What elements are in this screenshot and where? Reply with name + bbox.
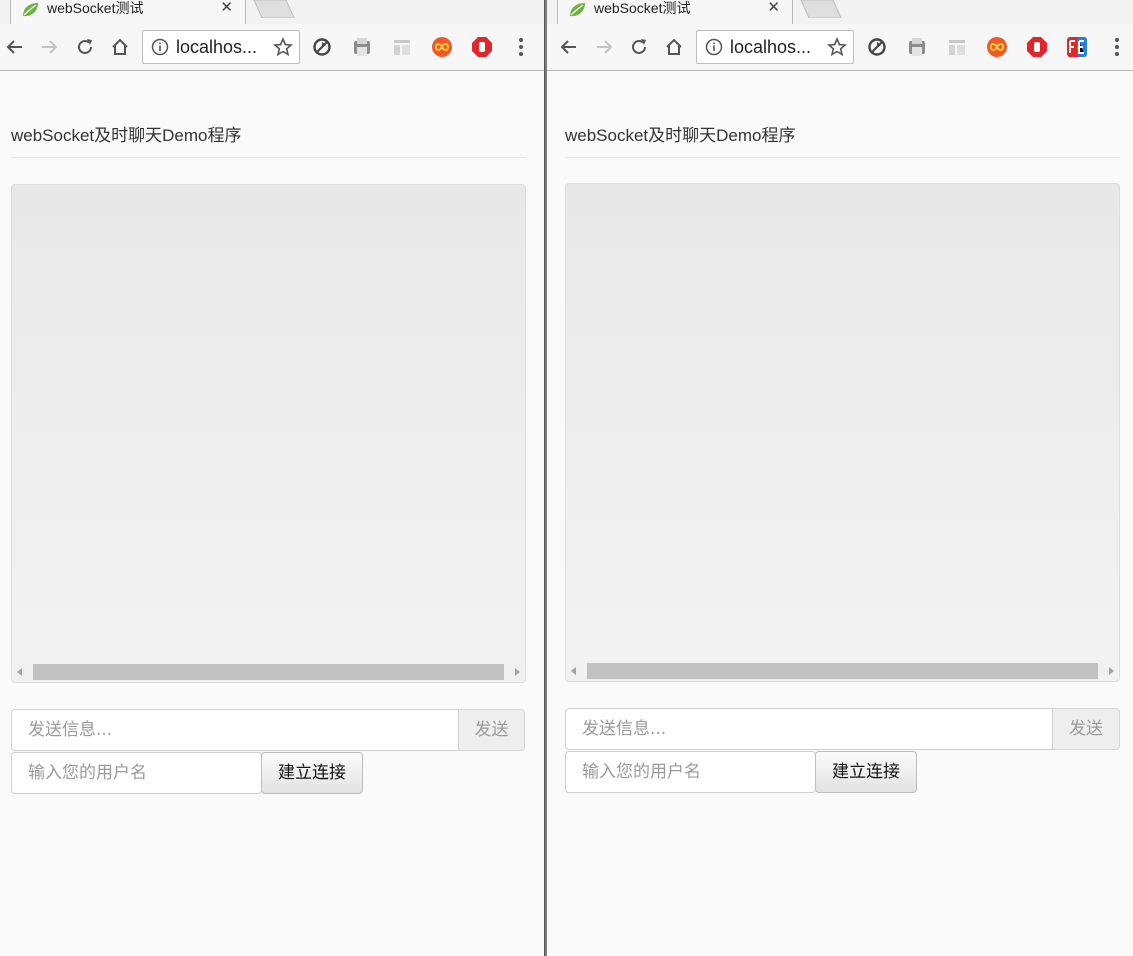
scroll-right-arrow-icon[interactable]: [515, 668, 520, 676]
close-icon[interactable]: ✕: [767, 0, 780, 15]
scroll-left-arrow-icon[interactable]: [17, 668, 22, 676]
address-bar[interactable]: localhos...: [696, 30, 854, 64]
back-icon[interactable]: [557, 35, 581, 59]
infinity-icon[interactable]: [986, 36, 1008, 58]
info-icon[interactable]: [151, 38, 169, 56]
title-divider: [11, 157, 526, 158]
new-tab-button[interactable]: [799, 0, 843, 18]
leaf-icon: [21, 2, 39, 18]
adblock-hand-icon[interactable]: [1026, 36, 1048, 58]
info-icon[interactable]: [705, 38, 723, 56]
message-input-group: 发送: [11, 709, 525, 751]
page-title: webSocket及时聊天Demo程序: [565, 126, 796, 145]
address-url: localhos...: [730, 37, 812, 57]
bookmark-star-icon[interactable]: [273, 37, 293, 57]
forward-icon[interactable]: [37, 35, 61, 59]
connect-button[interactable]: 建立连接: [261, 752, 363, 794]
browser-toolbar: localhos...: [547, 24, 1133, 71]
scrollbar-thumb[interactable]: [33, 664, 504, 680]
browser-toolbar: localhos...: [0, 24, 544, 71]
new-tab-button[interactable]: [252, 0, 296, 18]
browser-window-right: webSocket测试 ✕ localhos... webSocket及时聊天D…: [547, 0, 1133, 956]
reload-icon[interactable]: [73, 35, 97, 59]
back-icon[interactable]: [3, 35, 27, 59]
fe-icon[interactable]: [1066, 36, 1088, 58]
tab-strip: webSocket测试 ✕: [0, 0, 544, 24]
home-icon[interactable]: [662, 35, 686, 59]
panel-icon[interactable]: [391, 36, 413, 58]
reload-icon[interactable]: [627, 35, 651, 59]
chat-message-area[interactable]: [565, 183, 1120, 682]
panel-icon[interactable]: [946, 36, 968, 58]
message-input[interactable]: [565, 708, 1053, 750]
infinity-icon[interactable]: [431, 36, 453, 58]
send-button[interactable]: 发送: [1053, 708, 1120, 750]
menu-dots-icon[interactable]: [509, 35, 533, 59]
sync-icon[interactable]: [866, 36, 888, 58]
adblock-hand-icon[interactable]: [471, 36, 493, 58]
scroll-right-arrow-icon[interactable]: [1109, 667, 1114, 675]
address-url: localhos...: [176, 37, 258, 57]
title-divider: [565, 157, 1120, 158]
forward-icon[interactable]: [592, 35, 616, 59]
send-button[interactable]: 发送: [459, 709, 525, 751]
horizontal-scrollbar[interactable]: [567, 662, 1118, 680]
sync-icon[interactable]: [311, 36, 333, 58]
tab-title: webSocket测试: [47, 0, 144, 16]
scrollbar-thumb[interactable]: [587, 663, 1098, 679]
tab-title: webSocket测试: [594, 0, 691, 16]
message-input[interactable]: [11, 709, 459, 751]
horizontal-scrollbar[interactable]: [13, 663, 524, 681]
browser-tab[interactable]: webSocket测试 ✕: [557, 0, 793, 24]
print-icon[interactable]: [351, 36, 373, 58]
username-input[interactable]: [11, 752, 262, 794]
chat-message-area[interactable]: [11, 184, 526, 683]
screen: webSocket测试 ✕ localhos... webSocket及时聊天D…: [0, 0, 1133, 956]
message-input-group: 发送: [565, 708, 1120, 750]
browser-window-left: webSocket测试 ✕ localhos... webSocket及时聊天D…: [0, 0, 544, 956]
page-title: webSocket及时聊天Demo程序: [11, 126, 242, 145]
username-input[interactable]: [565, 751, 816, 793]
connect-button[interactable]: 建立连接: [815, 751, 917, 793]
print-icon[interactable]: [906, 36, 928, 58]
browser-tab[interactable]: webSocket测试 ✕: [10, 0, 246, 24]
tab-strip: webSocket测试 ✕: [547, 0, 1133, 24]
scroll-left-arrow-icon[interactable]: [571, 667, 576, 675]
leaf-icon: [568, 2, 586, 18]
bookmark-star-icon[interactable]: [827, 37, 847, 57]
menu-dots-icon[interactable]: [1105, 35, 1129, 59]
close-icon[interactable]: ✕: [220, 0, 233, 15]
address-bar[interactable]: localhos...: [142, 30, 300, 64]
home-icon[interactable]: [108, 35, 132, 59]
